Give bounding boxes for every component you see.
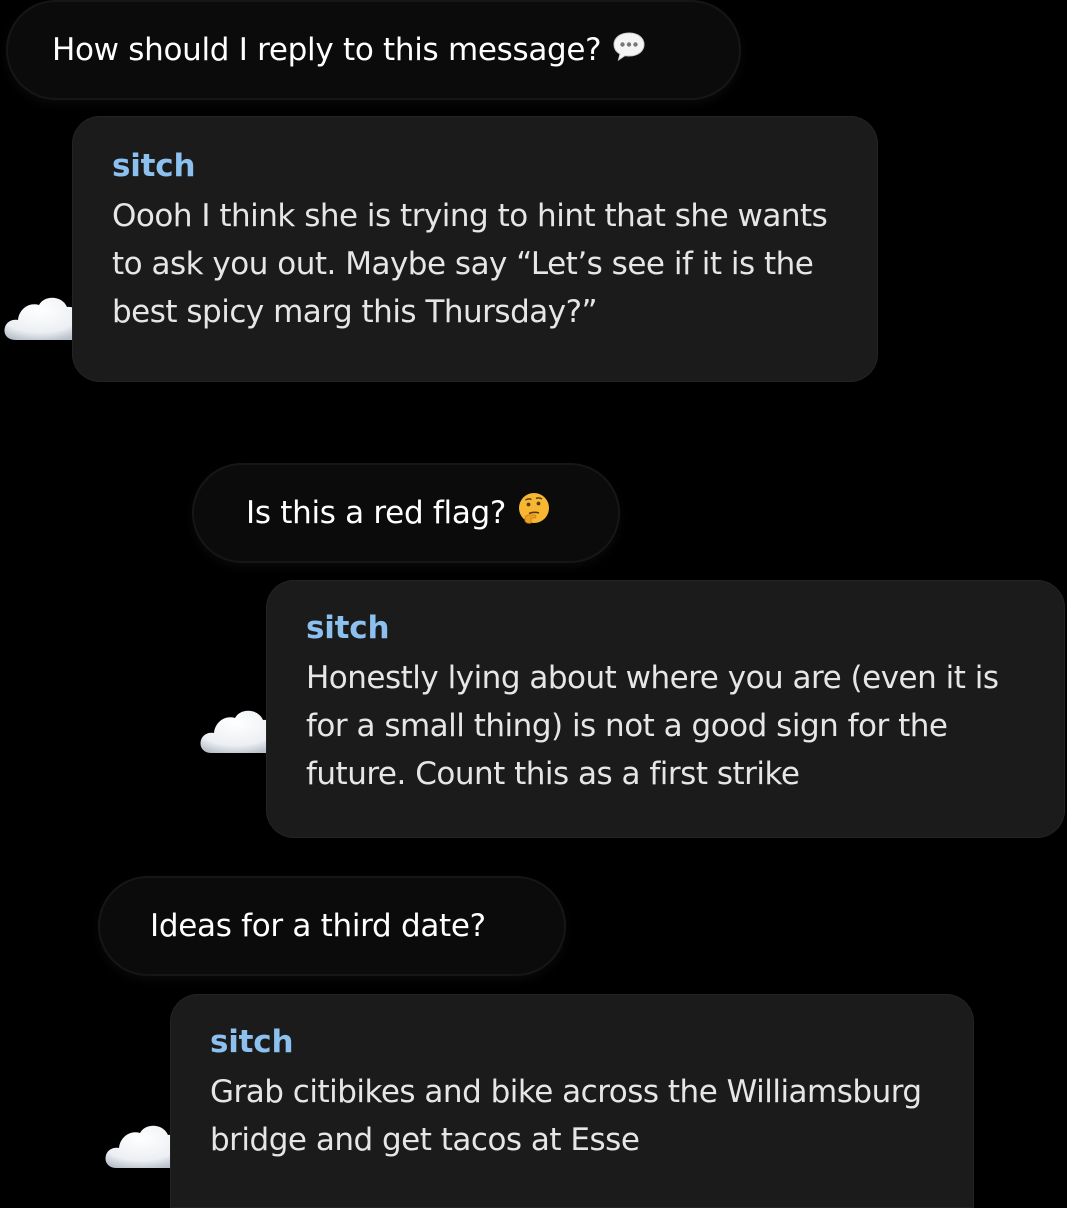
sender-name: sitch	[210, 1024, 294, 1060]
assistant-reply-card: sitch Oooh I think she is trying to hint…	[72, 116, 878, 382]
sender-name: sitch	[306, 610, 390, 646]
thinking-face-icon	[516, 491, 552, 535]
assistant-message-text: Grab citibikes and bike across the Willi…	[210, 1074, 922, 1158]
user-message-text: Is this a red flag?	[246, 495, 507, 531]
assistant-reply-card: sitch Honestly lying about where you are…	[266, 580, 1065, 838]
sender-name: sitch	[112, 148, 196, 184]
user-message-text: Ideas for a third date?	[150, 908, 486, 944]
assistant-reply-card: sitch Grab citibikes and bike across the…	[170, 994, 974, 1208]
assistant-message-text: Oooh I think she is trying to hint that …	[112, 198, 828, 330]
user-message-bubble: Ideas for a third date?	[98, 876, 566, 976]
user-message-bubble: Is this a red flag?	[192, 463, 620, 563]
user-message-text: How should I reply to this message?	[52, 32, 602, 68]
user-message-bubble: How should I reply to this message?	[6, 0, 741, 100]
assistant-message-text: Honestly lying about where you are (even…	[306, 660, 999, 792]
speech-bubble-icon	[611, 28, 647, 72]
